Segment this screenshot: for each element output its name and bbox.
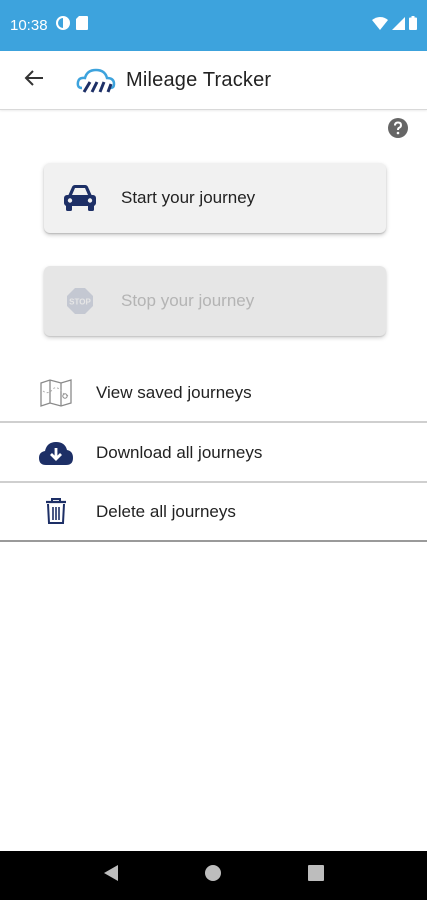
status-time: 10:38 — [10, 17, 48, 34]
back-triangle-icon — [103, 864, 119, 887]
status-right-icons — [372, 16, 417, 35]
cloud-download-icon — [36, 433, 76, 473]
download-all-journeys-label: Download all journeys — [96, 442, 263, 462]
app-title: Mileage Tracker — [126, 68, 272, 91]
car-icon — [60, 178, 100, 218]
map-icon — [36, 373, 76, 413]
start-journey-label: Start your journey — [121, 188, 256, 207]
home-circle-icon — [204, 864, 222, 887]
help-circle-icon — [388, 117, 408, 143]
data-saver-icon — [55, 16, 70, 35]
signal-icon — [392, 16, 405, 35]
recents-square-icon — [307, 865, 324, 886]
stop-journey-button[interactable]: STOP Stop your journey — [44, 266, 386, 336]
status-bar: 10:38 — [0, 0, 427, 51]
delete-all-journeys-row[interactable]: Delete all journeys — [0, 483, 427, 542]
view-saved-journeys-row[interactable]: View saved journeys — [0, 364, 427, 423]
delete-all-journeys-label: Delete all journeys — [96, 501, 236, 521]
arrow-left-icon — [24, 69, 44, 92]
svg-text:STOP: STOP — [69, 298, 91, 307]
sd-card-icon — [75, 16, 88, 35]
battery-icon — [409, 16, 417, 35]
wifi-icon — [372, 16, 388, 35]
nav-recents-button[interactable] — [296, 856, 336, 896]
download-all-journeys-row[interactable]: Download all journeys — [0, 424, 427, 483]
help-button[interactable] — [386, 117, 410, 143]
cloud-road-logo-icon — [76, 66, 116, 94]
stop-journey-label: Stop your journey — [121, 291, 255, 310]
stop-sign-icon: STOP — [60, 281, 100, 321]
start-journey-button[interactable]: Start your journey — [44, 163, 386, 233]
system-nav-bar — [0, 851, 427, 900]
nav-back-button[interactable] — [91, 856, 131, 896]
trash-icon — [36, 492, 76, 532]
view-saved-journeys-label: View saved journeys — [96, 382, 252, 402]
back-button[interactable] — [10, 56, 58, 104]
app-bar: Mileage Tracker — [0, 51, 427, 110]
status-left-icons — [55, 16, 88, 35]
nav-home-button[interactable] — [193, 856, 233, 896]
